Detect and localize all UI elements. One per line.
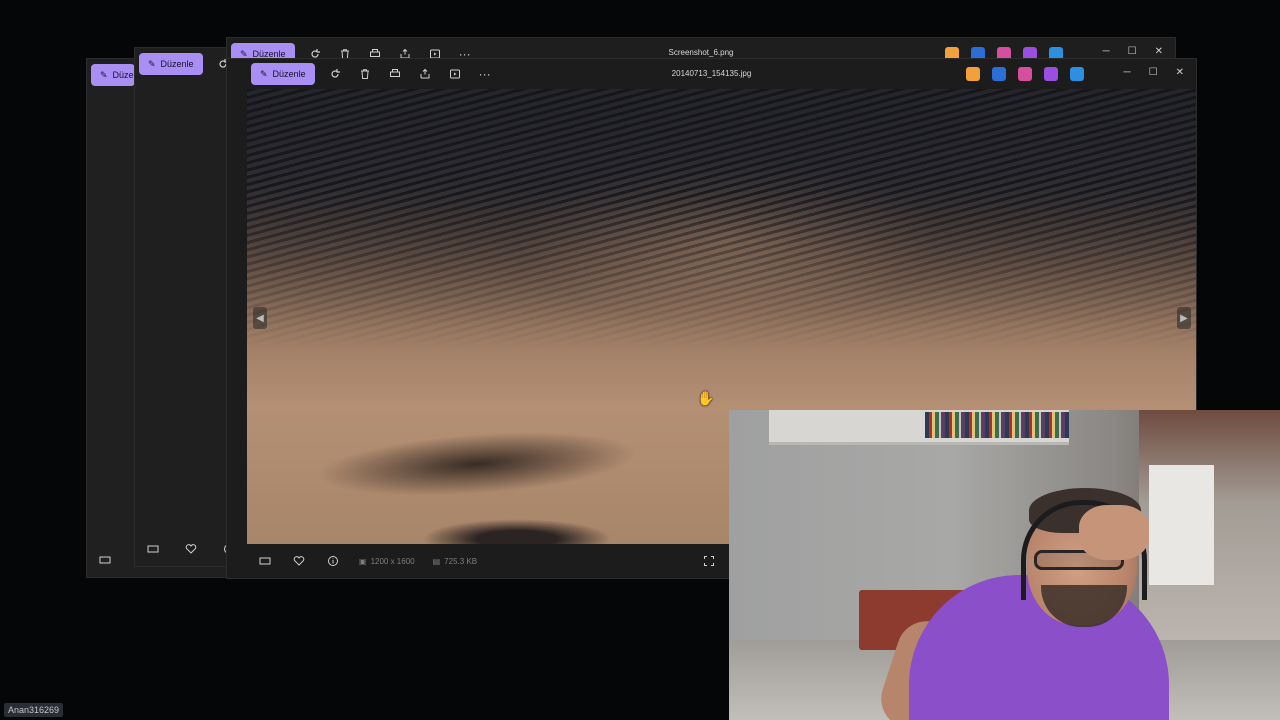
blue-app-icon[interactable] bbox=[992, 67, 1006, 81]
image-dimensions: ▣ 1200 x 1600 bbox=[359, 557, 415, 566]
close-icon[interactable]: ✕ bbox=[1176, 67, 1184, 78]
edit-label: Düzenle bbox=[112, 70, 135, 80]
edit-label: Düzenle bbox=[272, 69, 306, 79]
file-size-icon: ▤ bbox=[432, 556, 441, 566]
webcam-books bbox=[925, 412, 1069, 438]
purple-app-icon[interactable] bbox=[1044, 67, 1058, 81]
previous-photo-arrow-icon[interactable]: ◀ bbox=[253, 307, 267, 329]
maximize-icon[interactable]: ☐ bbox=[1128, 46, 1137, 57]
edit-button[interactable]: ✎ Düzenle bbox=[251, 63, 315, 85]
maximize-icon[interactable]: ☐ bbox=[1149, 67, 1158, 78]
filmstrip-icon[interactable] bbox=[97, 552, 113, 568]
pink-app-icon[interactable] bbox=[1018, 67, 1032, 81]
minimize-icon[interactable]: ─ bbox=[1124, 67, 1131, 78]
dimensions-icon: ▣ bbox=[359, 556, 367, 566]
favorite-icon[interactable] bbox=[183, 541, 199, 557]
webcam-overlay bbox=[729, 410, 1280, 720]
edit-label: Düzenle bbox=[160, 59, 194, 69]
delete-icon[interactable] bbox=[355, 64, 375, 84]
filmstrip-icon[interactable] bbox=[145, 541, 161, 557]
more-icon[interactable]: ··· bbox=[475, 64, 495, 84]
file-size: ▤ 725.3 KB bbox=[433, 557, 477, 566]
edit-icon: ✎ bbox=[100, 69, 108, 80]
edit-button[interactable]: ✎ Düzenle bbox=[139, 53, 203, 75]
photo-hair bbox=[247, 89, 1196, 349]
edit-icon: ✎ bbox=[148, 58, 156, 69]
print-icon[interactable] bbox=[385, 64, 405, 84]
next-photo-arrow-icon[interactable]: ▶ bbox=[1177, 307, 1191, 329]
edit-icon: ✎ bbox=[260, 68, 268, 79]
minimize-icon[interactable]: ─ bbox=[1103, 46, 1110, 57]
edit-button[interactable]: ✎ Düzenle bbox=[91, 64, 135, 86]
filmstrip-icon[interactable] bbox=[257, 553, 273, 569]
photo-eyebrow bbox=[315, 422, 639, 506]
window-controls: ─ ☐ ✕ bbox=[1103, 46, 1163, 57]
stream-username: Anan316269 bbox=[4, 703, 64, 717]
app-icons bbox=[966, 67, 1084, 81]
rotate-icon[interactable] bbox=[325, 64, 345, 84]
share-icon[interactable] bbox=[415, 64, 435, 84]
file-size-value: 725.3 KB bbox=[444, 556, 478, 566]
info-icon[interactable] bbox=[325, 553, 341, 569]
window-controls: ─ ☐ ✕ bbox=[1124, 67, 1184, 78]
dimensions-value: 1200 x 1600 bbox=[370, 556, 415, 566]
copilot-icon[interactable] bbox=[966, 67, 980, 81]
fit-to-window-icon[interactable] bbox=[701, 553, 717, 569]
close-icon[interactable]: ✕ bbox=[1155, 46, 1163, 57]
webcam-hand bbox=[1079, 505, 1149, 560]
webcam-cabinet bbox=[1149, 465, 1214, 585]
cloud-app-icon[interactable] bbox=[1070, 67, 1084, 81]
slideshow-icon[interactable] bbox=[445, 64, 465, 84]
photo-eye bbox=[422, 519, 612, 544]
favorite-icon[interactable] bbox=[291, 553, 307, 569]
hand-cursor-icon: ✋ bbox=[697, 390, 715, 406]
